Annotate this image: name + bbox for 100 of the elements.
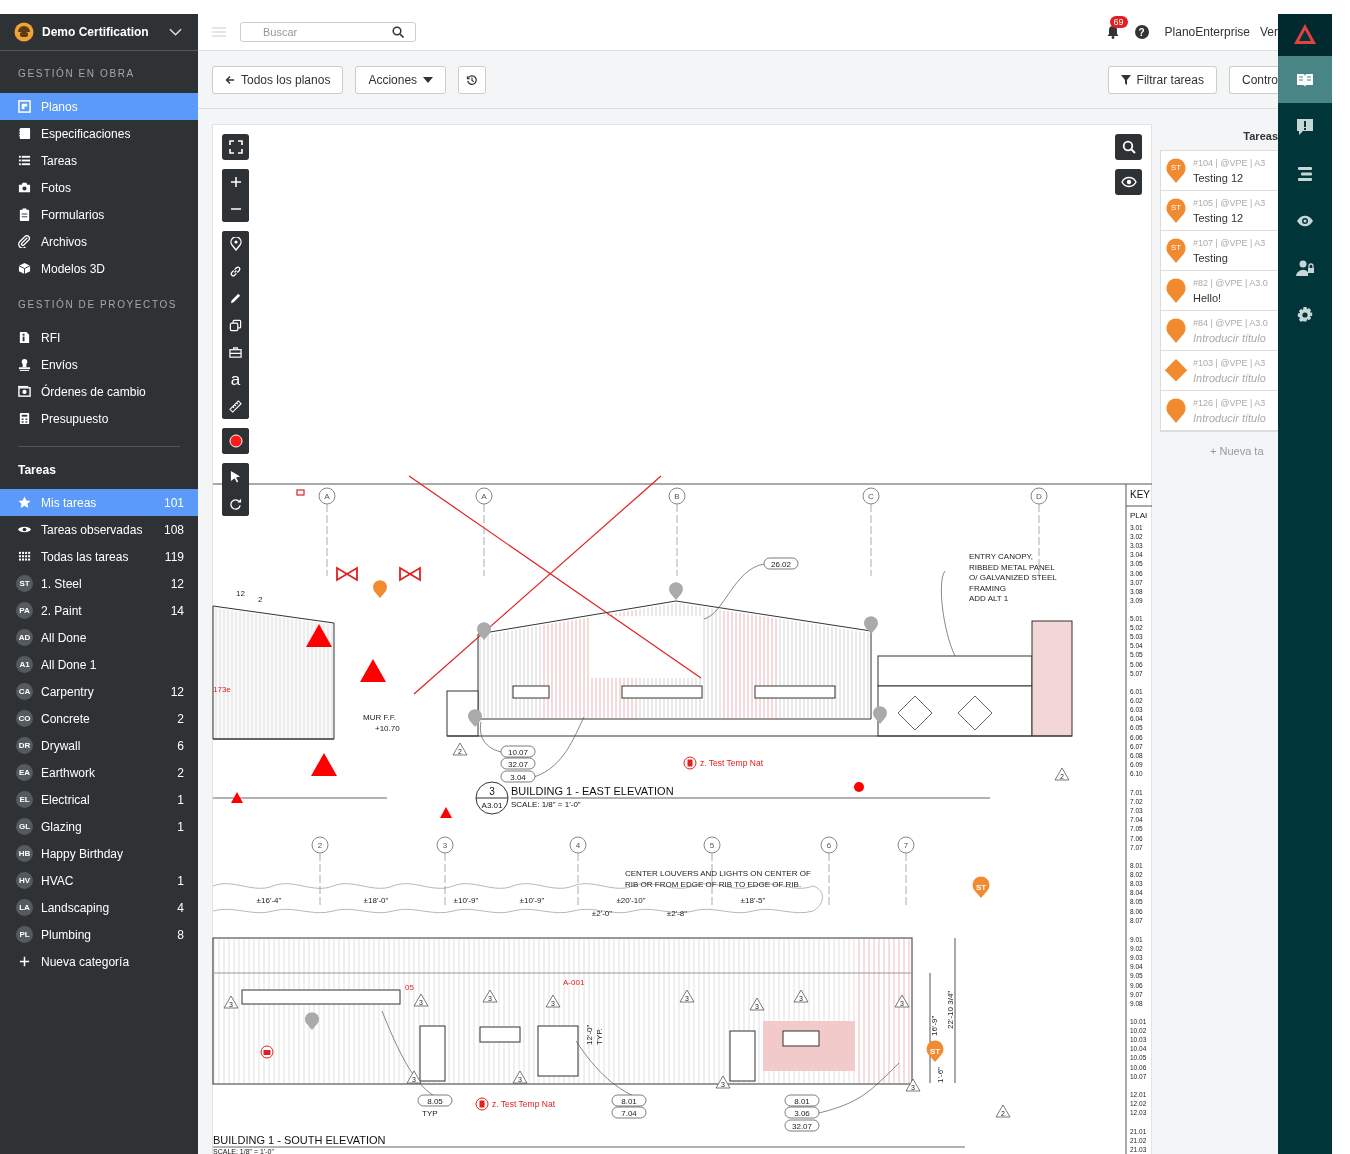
nav-item[interactable]: Envíos bbox=[0, 351, 198, 378]
task-title: Testing bbox=[1193, 251, 1229, 264]
bell-icon[interactable] bbox=[1106, 25, 1119, 39]
category-item[interactable]: DR Drywall 6 bbox=[0, 732, 198, 759]
task-meta: #105 | @VPE | A3 bbox=[1193, 197, 1266, 208]
grid-bubble: 4 bbox=[569, 836, 587, 906]
arrow-left-icon bbox=[225, 74, 235, 85]
search-button[interactable] bbox=[1115, 134, 1142, 160]
category-item[interactable]: LA Landscaping 4 bbox=[0, 894, 198, 921]
category-item[interactable]: ST 1. Steel 12 bbox=[0, 570, 198, 597]
toolbar-button[interactable]: Contro bbox=[1228, 65, 1278, 94]
task-list-item[interactable]: Tareas observadas 108 bbox=[0, 516, 198, 543]
category-item[interactable]: HV HVAC 1 bbox=[0, 867, 198, 894]
task-item[interactable]: #82 | @VPE | A3.0 Hello! bbox=[1161, 271, 1278, 311]
task-pin[interactable] bbox=[864, 616, 878, 634]
grid-icon bbox=[18, 550, 31, 563]
bowtie-markup bbox=[399, 566, 421, 582]
count: 108 bbox=[163, 522, 184, 537]
category-badge: DR bbox=[16, 737, 33, 754]
markup-label: 05 bbox=[405, 983, 414, 992]
category-item[interactable]: CA Carpentry 12 bbox=[0, 678, 198, 705]
chevron-down-icon bbox=[169, 28, 182, 36]
task-item[interactable]: ST #104 | @VPE | A3 Testing 12 bbox=[1161, 151, 1278, 191]
drawing-title: 3 A3.01 bbox=[475, 781, 509, 815]
pin-marker-icon bbox=[1164, 276, 1188, 305]
pencil-icon bbox=[229, 291, 242, 305]
markup-note[interactable]: z. Test Temp Nat bbox=[683, 756, 763, 770]
category-item[interactable]: HB Happy Birthday bbox=[0, 840, 198, 867]
drawing-label: 16'-9" bbox=[930, 1015, 939, 1036]
grid-bubble: A bbox=[475, 487, 493, 577]
new-category-link[interactable]: Nueva categoría bbox=[0, 948, 198, 975]
task-pin[interactable] bbox=[873, 706, 887, 724]
visibility-button[interactable] bbox=[1115, 169, 1142, 195]
plus-icon bbox=[229, 176, 242, 188]
dimension-label: ±20'-10" bbox=[616, 896, 646, 905]
fullscreen-button[interactable] bbox=[222, 134, 249, 160]
category-item[interactable]: A1 All Done 1 bbox=[0, 651, 198, 678]
calc-icon bbox=[18, 412, 31, 425]
app-logo[interactable] bbox=[1278, 14, 1332, 56]
nav-item[interactable]: Presupuesto bbox=[0, 405, 198, 432]
door bbox=[729, 1030, 756, 1082]
keynote-tag: 8.01 bbox=[611, 1094, 647, 1107]
category-item[interactable]: AD All Done bbox=[0, 624, 198, 651]
account-link[interactable]: PlanoEnterprise bbox=[1164, 25, 1250, 39]
count: 1 bbox=[177, 873, 184, 888]
actions-button[interactable]: Acciones bbox=[355, 65, 447, 94]
notification-count: 69 bbox=[1109, 16, 1128, 28]
video-marker-icon[interactable] bbox=[296, 489, 305, 496]
count: 2 bbox=[177, 711, 184, 726]
count: 2 bbox=[177, 765, 184, 780]
category-item[interactable]: CO Concrete 2 bbox=[0, 705, 198, 732]
history-button[interactable] bbox=[458, 65, 487, 94]
task-item[interactable]: ST #107 | @VPE | A3 Testing bbox=[1161, 231, 1278, 271]
category-item[interactable]: EL Electrical 1 bbox=[0, 786, 198, 813]
rail-button[interactable] bbox=[1278, 56, 1332, 103]
task-list-item[interactable]: Todas las tareas 119 bbox=[0, 543, 198, 570]
nav-item[interactable]: Archivos bbox=[0, 228, 198, 255]
search-field[interactable]: Buscar bbox=[240, 22, 416, 42]
task-pin[interactable] bbox=[477, 622, 491, 640]
caret-icon bbox=[423, 76, 434, 83]
record-button[interactable] bbox=[222, 428, 249, 454]
bowtie-markup bbox=[336, 566, 358, 582]
back-button[interactable]: Todos los planos bbox=[212, 65, 344, 94]
category-badge: LA bbox=[16, 899, 33, 916]
panel-title: Tareas bbox=[1242, 129, 1278, 144]
nav-item[interactable]: Fotos bbox=[0, 174, 198, 201]
nav-item[interactable]: Formularios bbox=[0, 201, 198, 228]
category-badge: AD bbox=[16, 629, 33, 646]
category-item[interactable]: EA Earthwork 2 bbox=[0, 759, 198, 786]
pin-marker-icon bbox=[1164, 396, 1188, 425]
nav-item[interactable]: Tareas bbox=[0, 147, 198, 174]
help-button[interactable]: ? bbox=[1134, 25, 1149, 39]
grid-bubble: C bbox=[862, 487, 880, 577]
keynote-tag: 3.04 bbox=[500, 770, 536, 783]
stamp-icon bbox=[18, 358, 31, 371]
category-item[interactable]: PL Plumbing 8 bbox=[0, 921, 198, 948]
markup-note[interactable]: z. Test Temp Nat bbox=[475, 1097, 555, 1111]
nav-item[interactable]: Especificaciones bbox=[0, 120, 198, 147]
nav-item[interactable]: Órdenes de cambio bbox=[0, 378, 198, 405]
nav-item[interactable]: RFI bbox=[0, 324, 198, 351]
camera-icon[interactable] bbox=[260, 1045, 274, 1059]
category-item[interactable]: PA 2. Paint 14 bbox=[0, 597, 198, 624]
nav-link[interactable]: Ver bbox=[1260, 25, 1278, 39]
drawing-label: 12'-0" bbox=[585, 1024, 594, 1045]
project-switcher[interactable]: Demo Certification bbox=[0, 14, 198, 51]
drawing-title: BUILDING 1 - SOUTH ELEVATION bbox=[213, 1134, 386, 1146]
triangle-logo-icon bbox=[1293, 23, 1317, 45]
nav-item[interactable]: Modelos 3D bbox=[0, 255, 198, 282]
count: 1 bbox=[177, 792, 184, 807]
category-item[interactable]: GL Glazing 1 bbox=[0, 813, 198, 840]
filter-tasks-button[interactable]: Filtrar tareas bbox=[1107, 65, 1217, 94]
task-title: Hello! bbox=[1193, 291, 1223, 304]
task-item[interactable]: ST #105 | @VPE | A3 Testing 12 bbox=[1161, 191, 1278, 231]
star-icon bbox=[18, 496, 31, 509]
category-badge: GL bbox=[16, 818, 33, 835]
warning-triangle bbox=[306, 624, 332, 647]
grid-bubble: 2 bbox=[311, 836, 329, 906]
task-pin[interactable] bbox=[468, 709, 482, 727]
search-icon bbox=[392, 26, 404, 38]
drawing-label: TYP. bbox=[595, 1028, 604, 1045]
